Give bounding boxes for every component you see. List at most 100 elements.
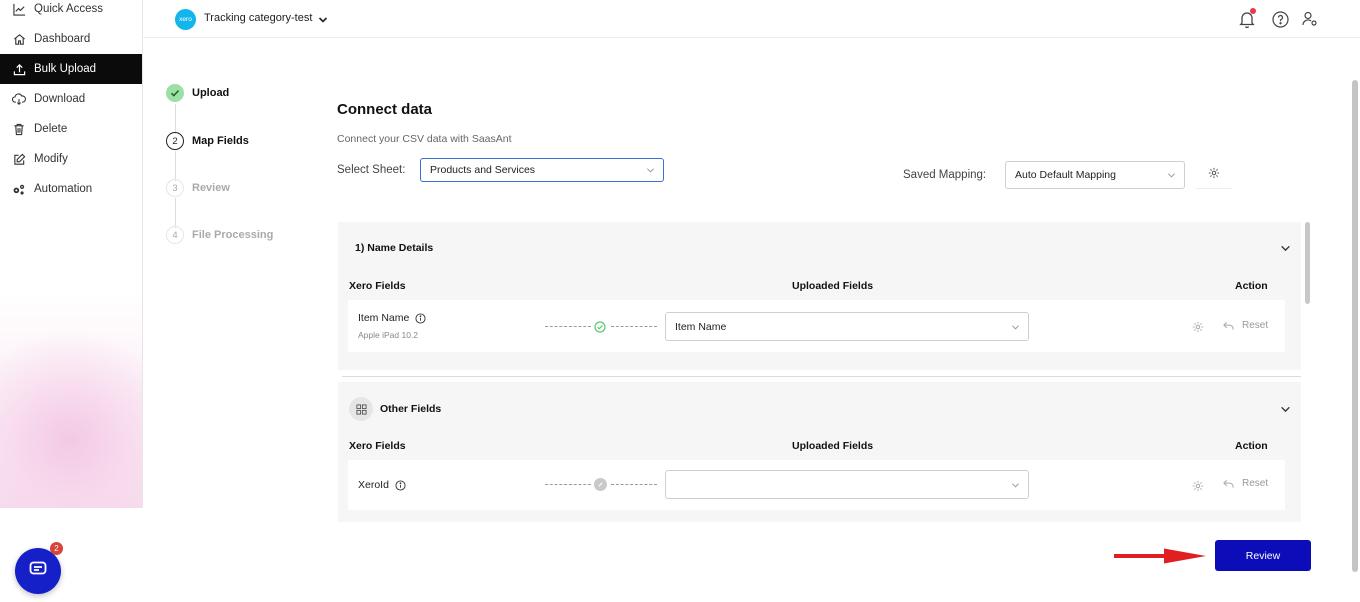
info-icon[interactable] xyxy=(395,479,406,491)
chat-notification-badge: 2 xyxy=(50,542,63,555)
step-number: 3 xyxy=(166,179,184,197)
sidebar-item-bulk-upload[interactable]: Bulk Upload xyxy=(0,54,142,84)
uploaded-field-value: Item Name xyxy=(675,320,727,333)
xero-field-name: Item Name xyxy=(358,312,426,324)
notification-bell-icon[interactable] xyxy=(1237,8,1257,29)
sidebar-item-label: Dashboard xyxy=(34,33,91,45)
step-label: File Processing xyxy=(192,229,274,241)
section-title: Other Fields xyxy=(380,403,442,415)
home-icon xyxy=(12,32,26,46)
uploaded-field-dropdown[interactable] xyxy=(665,470,1029,499)
chevron-down-icon xyxy=(1011,481,1020,493)
sidebar-item-label: Download xyxy=(34,93,86,105)
step-upload[interactable]: Upload xyxy=(166,84,229,102)
gear-icon[interactable] xyxy=(1192,479,1204,497)
sidebar-item-label: Modify xyxy=(34,153,68,165)
field-mapping-row: Item Name Apple iPad 10.2 Item Name Rese… xyxy=(348,300,1285,352)
step-number: 4 xyxy=(166,226,184,244)
uploaded-field-dropdown[interactable]: Item Name xyxy=(665,312,1029,341)
chevron-down-icon[interactable] xyxy=(1280,241,1291,259)
cloud-download-icon xyxy=(12,92,26,106)
chevron-down-icon xyxy=(1167,171,1176,183)
top-bar: xero Tracking category-test xyxy=(143,0,1360,38)
undo-icon xyxy=(1223,321,1234,331)
sidebar-item-label: Bulk Upload xyxy=(34,63,97,75)
xero-logo: xero xyxy=(175,9,196,30)
notification-dot xyxy=(1250,8,1256,14)
xero-fields-header: Xero Fields xyxy=(349,280,406,292)
sidebar-item-modify[interactable]: Modify xyxy=(0,144,142,174)
gears-icon xyxy=(12,182,26,196)
other-fields-section: Other Fields Xero Fields Uploaded Fields… xyxy=(338,382,1301,522)
connector-line xyxy=(545,326,591,327)
grid-icon xyxy=(349,397,373,421)
chat-launcher-button[interactable] xyxy=(15,548,61,594)
gear-icon[interactable] xyxy=(1192,320,1204,338)
trash-icon xyxy=(12,122,26,136)
chat-icon xyxy=(29,561,47,582)
step-file-processing[interactable]: 4 File Processing xyxy=(166,226,273,244)
field-mapping-row: XeroId Reset xyxy=(348,460,1285,510)
info-icon[interactable] xyxy=(415,312,426,324)
select-sheet-value: Products and Services xyxy=(430,164,536,176)
name-details-section: 1) Name Details Xero Fields Uploaded Fie… xyxy=(338,222,1301,370)
chevron-down-icon xyxy=(646,166,655,178)
sidebar-item-label: Quick Access xyxy=(34,3,104,15)
step-label: Review xyxy=(192,182,230,194)
review-button[interactable]: Review xyxy=(1215,540,1311,571)
sidebar-item-label: Automation xyxy=(34,183,93,195)
step-connector xyxy=(175,104,176,134)
edit-icon xyxy=(12,152,26,166)
sidebar-item-label: Delete xyxy=(34,123,68,135)
xero-field-name: XeroId xyxy=(358,479,406,491)
chevron-down-icon[interactable] xyxy=(318,12,328,30)
uploaded-fields-header: Uploaded Fields xyxy=(792,440,874,452)
reset-button[interactable]: Reset xyxy=(1223,320,1268,331)
check-icon xyxy=(166,84,184,102)
step-map-fields[interactable]: 2 Map Fields xyxy=(166,132,249,150)
unmapped-status-icon xyxy=(594,478,607,491)
sidebar-item-quick-access[interactable]: Quick Access xyxy=(0,0,142,24)
upload-icon xyxy=(12,62,26,76)
step-connector xyxy=(175,198,176,228)
reset-button[interactable]: Reset xyxy=(1223,478,1268,489)
help-icon[interactable] xyxy=(1270,9,1290,29)
connector-line xyxy=(545,484,591,485)
sidebar-item-download[interactable]: Download xyxy=(0,84,142,114)
page-title: Connect data xyxy=(337,101,433,118)
step-label: Upload xyxy=(192,87,230,99)
uploaded-fields-header: Uploaded Fields xyxy=(792,280,874,292)
page-scrollbar[interactable] xyxy=(1352,80,1358,572)
section-divider xyxy=(342,376,1301,377)
select-sheet-label: Select Sheet: xyxy=(337,164,406,176)
saved-mapping-label: Saved Mapping: xyxy=(903,169,987,181)
sidebar-item-dashboard[interactable]: Dashboard xyxy=(0,24,142,54)
select-sheet-dropdown[interactable]: Products and Services xyxy=(420,158,664,182)
user-settings-icon[interactable] xyxy=(1300,9,1320,29)
xero-fields-header: Xero Fields xyxy=(349,440,406,452)
organization-name[interactable]: Tracking category-test xyxy=(204,12,312,24)
connector-line xyxy=(611,484,657,485)
content-scrollbar[interactable] xyxy=(1305,222,1310,304)
saved-mapping-dropdown[interactable]: Auto Default Mapping xyxy=(1005,161,1185,189)
chevron-down-icon xyxy=(1011,323,1020,335)
action-header: Action xyxy=(1235,280,1268,292)
step-number: 2 xyxy=(166,132,184,150)
section-title: 1) Name Details xyxy=(355,242,434,254)
undo-icon xyxy=(1223,479,1234,489)
mapping-settings-button[interactable] xyxy=(1196,161,1232,189)
chevron-down-icon[interactable] xyxy=(1280,402,1291,420)
annotation-arrow-icon xyxy=(1114,547,1210,570)
sidebar: Quick Access Dashboard Bulk Upload Downl… xyxy=(0,0,143,508)
field-sample-value: Apple iPad 10.2 xyxy=(358,330,419,340)
chart-line-icon xyxy=(12,2,26,16)
step-connector xyxy=(175,151,176,181)
sidebar-decoration xyxy=(0,330,142,508)
step-review[interactable]: 3 Review xyxy=(166,179,230,197)
gear-icon xyxy=(1208,166,1220,184)
sidebar-item-delete[interactable]: Delete xyxy=(0,114,142,144)
sidebar-item-automation[interactable]: Automation xyxy=(0,174,142,204)
action-header: Action xyxy=(1235,440,1268,452)
page-subtitle: Connect your CSV data with SaasAnt xyxy=(337,133,512,145)
step-label: Map Fields xyxy=(192,135,249,147)
